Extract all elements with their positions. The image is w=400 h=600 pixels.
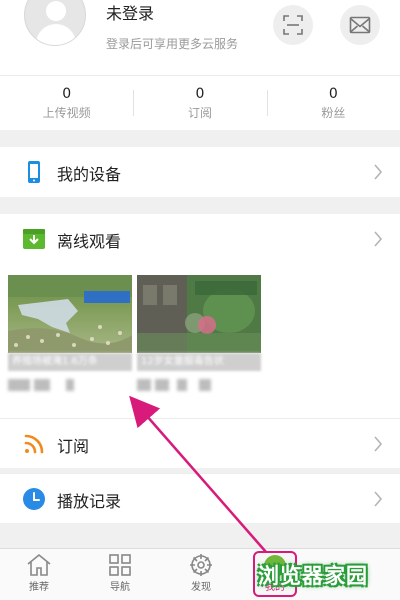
my-devices-row[interactable]: 我的设备 xyxy=(0,147,400,197)
phone-icon xyxy=(28,161,40,183)
video-thumbnail xyxy=(137,275,261,353)
offline-video-card[interactable]: 养殖场被淹1.6万条 xyxy=(8,275,132,393)
stat-value: 0 xyxy=(195,85,205,102)
download-icon xyxy=(23,229,45,249)
stat-label: 订阅 xyxy=(187,105,212,120)
grid-icon xyxy=(109,554,131,576)
stats-bar: 0 上传视频 0 订阅 0 粉丝 xyxy=(0,75,400,130)
offline-viewing-label: 离线观看 xyxy=(57,232,122,251)
login-subtitle: 登录后可享用更多云服务 xyxy=(106,37,239,51)
profile-header: 未登录 登录后可享用更多云服务 xyxy=(0,0,400,75)
video-thumbnail xyxy=(8,275,132,353)
play-history-row[interactable]: 播放记录 xyxy=(0,473,400,523)
watermark-text: 浏览器家园 xyxy=(258,564,368,588)
offline-video-list: 养殖场被淹1.6万条 12岁女童服毒告状 xyxy=(0,264,400,418)
nav-label: 导航 xyxy=(110,582,130,593)
nav-tab-recommend[interactable]: 推荐 xyxy=(14,553,64,593)
avatar[interactable] xyxy=(24,0,86,46)
chevron-right-icon xyxy=(374,164,383,180)
chevron-right-icon xyxy=(374,491,383,507)
scan-button[interactable] xyxy=(273,5,313,45)
stat-fans[interactable]: 0 粉丝 xyxy=(266,76,400,130)
nav-tab-navigation[interactable]: 导航 xyxy=(95,553,145,593)
nav-label: 推荐 xyxy=(29,582,49,593)
stat-label: 粉丝 xyxy=(321,105,346,120)
video-title: 12岁女童服毒告状 xyxy=(137,353,261,371)
rss-icon xyxy=(24,434,44,454)
scan-icon xyxy=(283,15,303,35)
video-meta xyxy=(8,371,132,393)
nav-label: 发现 xyxy=(191,582,211,593)
video-meta xyxy=(137,371,261,393)
chevron-right-icon xyxy=(374,436,383,452)
stat-subscriptions[interactable]: 0 订阅 xyxy=(133,76,266,130)
nav-tab-discover[interactable]: 发现 xyxy=(176,553,226,593)
subscriptions-label: 订阅 xyxy=(57,437,90,456)
offline-viewing-row[interactable]: 离线观看 xyxy=(0,214,400,264)
home-icon xyxy=(27,553,51,576)
my-devices-label: 我的设备 xyxy=(57,165,122,184)
chevron-right-icon xyxy=(374,231,383,247)
message-button[interactable] xyxy=(340,5,380,45)
compass-icon xyxy=(190,554,212,576)
mail-icon xyxy=(349,16,371,34)
offline-video-card[interactable]: 12岁女童服毒告状 xyxy=(137,275,261,393)
play-history-label: 播放记录 xyxy=(57,492,122,511)
stat-value: 0 xyxy=(62,85,72,102)
login-title[interactable]: 未登录 xyxy=(106,0,154,24)
clock-icon xyxy=(23,488,45,510)
stat-value: 0 xyxy=(328,85,338,102)
stat-uploads[interactable]: 0 上传视频 xyxy=(0,76,133,130)
subscriptions-row[interactable]: 订阅 xyxy=(0,418,400,468)
stat-label: 上传视频 xyxy=(42,105,91,120)
video-title: 养殖场被淹1.6万条 xyxy=(8,353,132,371)
